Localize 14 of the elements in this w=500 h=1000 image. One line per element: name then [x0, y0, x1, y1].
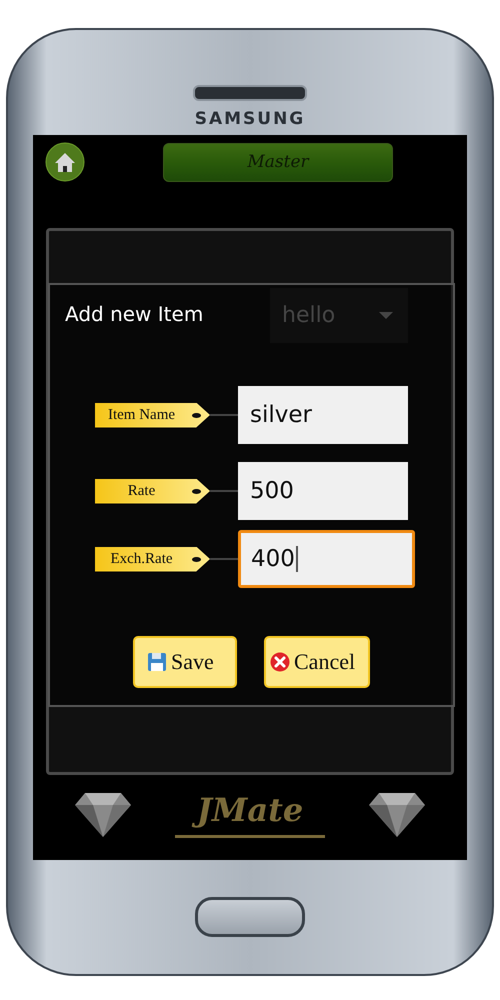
home-key[interactable]: [195, 897, 305, 937]
input-field[interactable]: 500: [238, 462, 408, 520]
dialog-title: Add new Item: [65, 302, 204, 326]
input-field[interactable]: silver: [238, 386, 408, 444]
close-icon: [270, 652, 290, 672]
save-button[interactable]: Save: [133, 636, 237, 688]
field-label: Item Name: [95, 402, 210, 428]
device-brand: SAMSUNG: [194, 109, 306, 129]
field-label: Rate: [95, 478, 210, 504]
home-icon[interactable]: [45, 142, 85, 182]
cancel-button[interactable]: Cancel: [264, 636, 370, 688]
app-logo-text: JMate: [174, 790, 326, 838]
field-label: Exch.Rate: [95, 546, 210, 572]
input-field[interactable]: 400: [238, 530, 415, 588]
